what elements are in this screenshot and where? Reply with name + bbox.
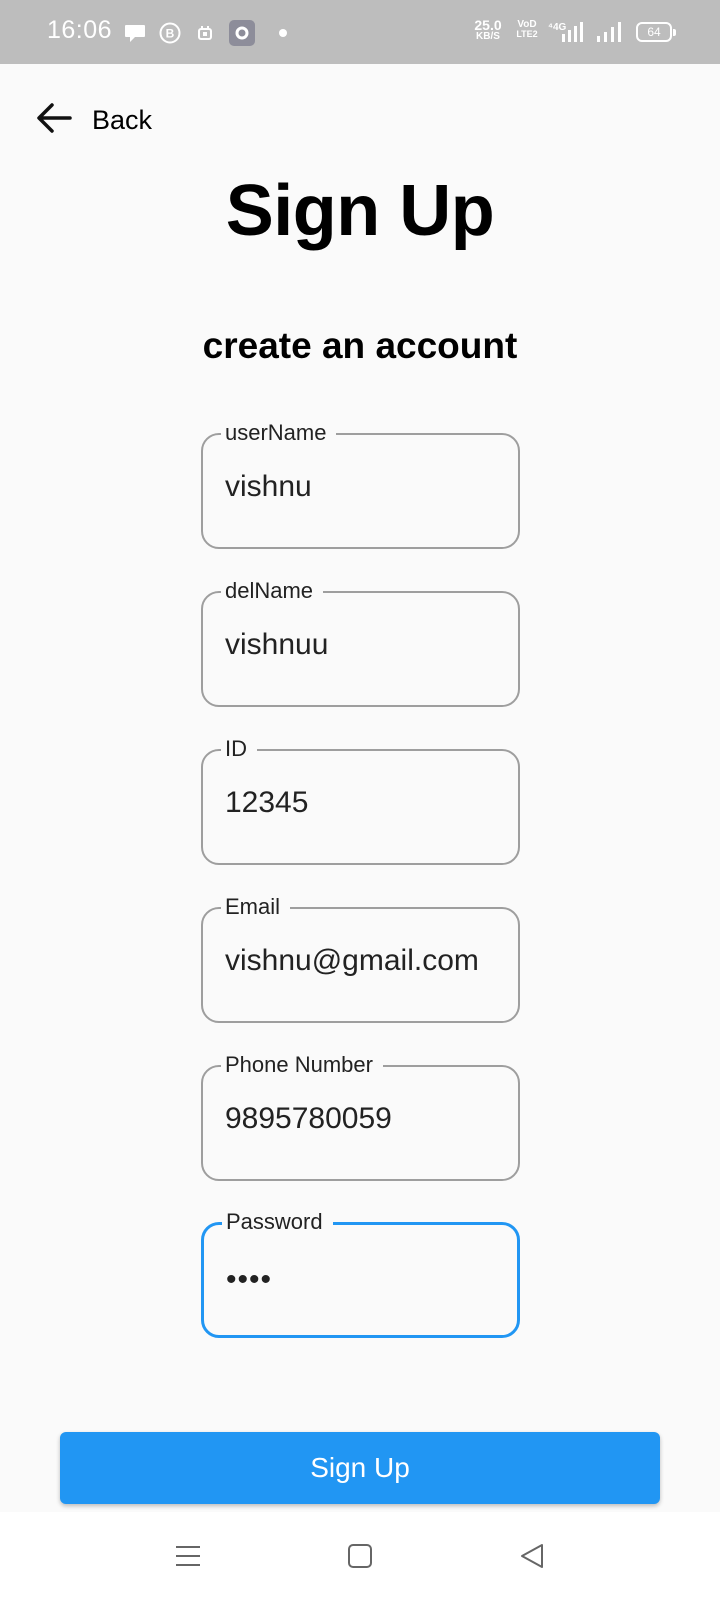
delname-field[interactable]: delName vishnuu bbox=[201, 576, 520, 707]
arrow-left-icon bbox=[36, 102, 72, 139]
volte-indicator: VoD LTE2 bbox=[516, 19, 538, 39]
notification-dot-icon bbox=[279, 29, 287, 37]
password-value: •••• bbox=[226, 1263, 273, 1296]
password-label: Password bbox=[222, 1207, 333, 1237]
phone-number-label: Phone Number bbox=[221, 1050, 383, 1080]
username-label: userName bbox=[221, 418, 337, 448]
back-triangle-icon[interactable] bbox=[512, 1538, 552, 1574]
password-field[interactable]: Password •••• bbox=[201, 1207, 520, 1338]
id-value: 12345 bbox=[225, 786, 309, 819]
settings-app-icon bbox=[229, 20, 255, 46]
delname-label: delName bbox=[221, 576, 324, 606]
calendar-icon bbox=[194, 22, 216, 44]
back-button[interactable]: Back bbox=[36, 96, 152, 144]
id-label: ID bbox=[221, 734, 257, 764]
page-subtitle: create an account bbox=[202, 325, 518, 366]
email-field[interactable]: Email vishnu@gmail.com bbox=[201, 892, 520, 1023]
signal-4g-icon: ⁴4G bbox=[548, 20, 586, 49]
delname-value: vishnuu bbox=[225, 628, 329, 661]
b-circle-icon: B bbox=[159, 22, 181, 44]
menu-icon[interactable] bbox=[168, 1538, 208, 1574]
system-nav-bar bbox=[0, 1512, 720, 1600]
id-field[interactable]: ID 12345 bbox=[201, 734, 520, 865]
page-title: Sign Up bbox=[225, 171, 495, 251]
status-bar: 16:06 B 25.0 KB/S VoD LTE2 ⁴4G 64 bbox=[0, 0, 720, 64]
username-field[interactable]: userName vishnu bbox=[201, 418, 520, 549]
phone-number-field[interactable]: Phone Number 9895780059 bbox=[201, 1050, 520, 1181]
phone-number-value: 9895780059 bbox=[225, 1102, 392, 1135]
sign-up-button[interactable]: Sign Up bbox=[60, 1432, 660, 1504]
back-label: Back bbox=[92, 104, 153, 135]
home-square-icon[interactable] bbox=[340, 1538, 380, 1574]
signal-icon bbox=[595, 20, 625, 49]
svg-text:⁴4G: ⁴4G bbox=[548, 22, 567, 33]
email-label: Email bbox=[221, 892, 291, 922]
status-time: 16:06 bbox=[47, 16, 113, 44]
network-speed: 25.0 KB/S bbox=[474, 17, 502, 42]
battery-icon: 64 bbox=[636, 22, 676, 42]
chat-bubble-icon bbox=[124, 22, 146, 44]
svg-text:B: B bbox=[166, 27, 175, 41]
email-value: vishnu@gmail.com bbox=[225, 944, 479, 977]
username-value: vishnu bbox=[225, 470, 312, 503]
